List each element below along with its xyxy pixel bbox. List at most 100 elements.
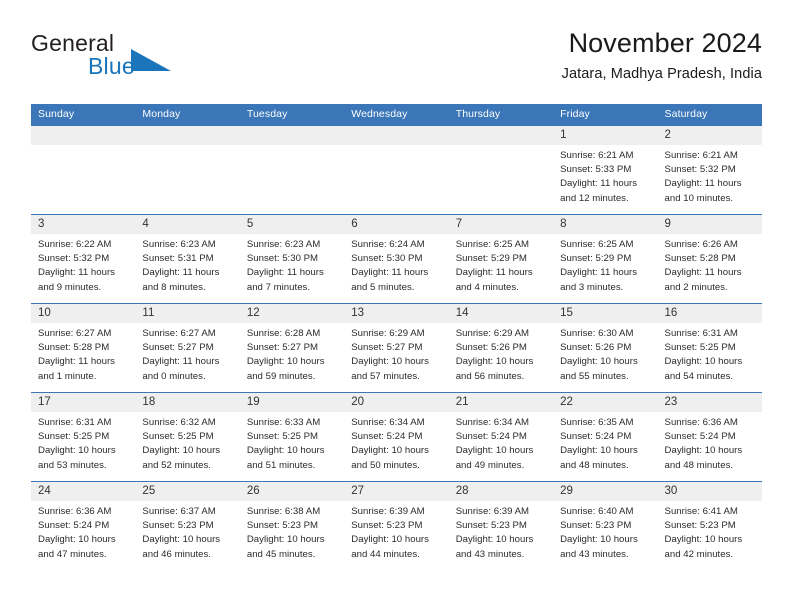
day-number <box>31 126 136 145</box>
daylight-text-line2: and 47 minutes. <box>38 548 107 560</box>
daylight-text-line1: Daylight: 10 hours <box>560 534 638 546</box>
sunset-text: Sunset: 5:24 PM <box>38 520 110 532</box>
daylight-text-line1: Daylight: 11 hours <box>38 267 115 279</box>
day-cell[interactable]: 7 Sunrise: 6:25 AM Sunset: 5:29 PM Dayli… <box>448 215 554 303</box>
day-cell[interactable]: 17 Sunrise: 6:31 AM Sunset: 5:25 PM Dayl… <box>31 393 136 481</box>
sunrise-text: Sunrise: 6:27 AM <box>142 328 216 339</box>
day-details <box>135 145 239 149</box>
day-number: 15 <box>553 304 658 323</box>
daylight-text-line2: and 44 minutes. <box>351 548 420 560</box>
day-number: 20 <box>344 393 449 412</box>
sunset-text: Sunset: 5:28 PM <box>664 253 736 265</box>
daylight-text-line2: and 12 minutes. <box>560 192 629 204</box>
day-details <box>240 145 344 149</box>
sunrise-text: Sunrise: 6:36 AM <box>664 417 738 428</box>
daylight-text-line2: and 2 minutes. <box>664 281 728 293</box>
day-details: Sunrise: 6:21 AM Sunset: 5:32 PM Dayligh… <box>658 145 762 206</box>
sunrise-text: Sunrise: 6:28 AM <box>246 328 321 339</box>
day-cell[interactable]: 2 Sunrise: 6:21 AM Sunset: 5:32 PM Dayli… <box>657 126 762 214</box>
day-number: 7 <box>448 215 554 234</box>
day-cell[interactable]: 29 Sunrise: 6:40 AM Sunset: 5:23 PM Dayl… <box>553 482 658 570</box>
day-cell[interactable]: 13 Sunrise: 6:29 AM Sunset: 5:27 PM Dayl… <box>344 304 449 392</box>
calendar-page: General Blue November 2024 Jatara, Madhy… <box>0 0 792 612</box>
day-cell[interactable]: 5 Sunrise: 6:23 AM Sunset: 5:30 PM Dayli… <box>239 215 345 303</box>
daylight-text-line1: Daylight: 10 hours <box>246 534 325 546</box>
sunset-text: Sunset: 5:31 PM <box>142 253 214 265</box>
daylight-text-line2: and 53 minutes. <box>38 459 107 471</box>
day-cell[interactable] <box>239 126 345 214</box>
daylight-text-line2: and 7 minutes. <box>246 281 311 293</box>
day-details: Sunrise: 6:29 AM Sunset: 5:26 PM Dayligh… <box>449 323 553 384</box>
day-number: 3 <box>31 215 136 234</box>
day-cell[interactable]: 25 Sunrise: 6:37 AM Sunset: 5:23 PM Dayl… <box>135 482 240 570</box>
sunset-text: Sunset: 5:27 PM <box>351 342 423 354</box>
day-cell[interactable]: 27 Sunrise: 6:39 AM Sunset: 5:23 PM Dayl… <box>344 482 449 570</box>
daylight-text-line2: and 0 minutes. <box>142 370 206 382</box>
day-number <box>344 126 449 145</box>
day-cell[interactable] <box>344 126 449 214</box>
sunset-text: Sunset: 5:23 PM <box>351 520 423 532</box>
day-details: Sunrise: 6:25 AM Sunset: 5:29 PM Dayligh… <box>553 234 657 295</box>
day-cell[interactable]: 4 Sunrise: 6:23 AM Sunset: 5:31 PM Dayli… <box>135 215 240 303</box>
day-cell[interactable]: 22 Sunrise: 6:35 AM Sunset: 5:24 PM Dayl… <box>553 393 658 481</box>
day-cell[interactable]: 8 Sunrise: 6:25 AM Sunset: 5:29 PM Dayli… <box>553 215 658 303</box>
day-cell[interactable]: 28 Sunrise: 6:39 AM Sunset: 5:23 PM Dayl… <box>448 482 554 570</box>
day-cell[interactable]: 21 Sunrise: 6:34 AM Sunset: 5:24 PM Dayl… <box>448 393 554 481</box>
day-cell[interactable]: 6 Sunrise: 6:24 AM Sunset: 5:30 PM Dayli… <box>344 215 449 303</box>
sunrise-text: Sunrise: 6:36 AM <box>38 506 112 517</box>
weekday-header-tuesday: Tuesday <box>246 108 288 120</box>
daylight-text-line2: and 50 minutes. <box>351 459 420 471</box>
day-cell[interactable]: 24 Sunrise: 6:36 AM Sunset: 5:24 PM Dayl… <box>31 482 136 570</box>
day-cell[interactable]: 15 Sunrise: 6:30 AM Sunset: 5:26 PM Dayl… <box>553 304 658 392</box>
day-cell[interactable]: 10 Sunrise: 6:27 AM Sunset: 5:28 PM Dayl… <box>31 304 136 392</box>
day-details: Sunrise: 6:22 AM Sunset: 5:32 PM Dayligh… <box>31 234 135 295</box>
day-cell[interactable] <box>31 126 136 214</box>
day-cell[interactable]: 14 Sunrise: 6:29 AM Sunset: 5:26 PM Dayl… <box>448 304 554 392</box>
day-cell[interactable] <box>448 126 554 214</box>
sunrise-text: Sunrise: 6:29 AM <box>455 328 530 339</box>
day-cell[interactable]: 3 Sunrise: 6:22 AM Sunset: 5:32 PM Dayli… <box>31 215 136 303</box>
day-number: 13 <box>344 304 449 323</box>
sunset-text: Sunset: 5:32 PM <box>38 253 110 265</box>
daylight-text-line2: and 43 minutes. <box>455 548 525 560</box>
daylight-text-line2: and 45 minutes. <box>246 548 316 560</box>
sunrise-text: Sunrise: 6:22 AM <box>38 239 112 250</box>
day-cell[interactable]: 11 Sunrise: 6:27 AM Sunset: 5:27 PM Dayl… <box>135 304 240 392</box>
day-details: Sunrise: 6:24 AM Sunset: 5:30 PM Dayligh… <box>344 234 448 295</box>
sunset-text: Sunset: 5:29 PM <box>560 253 632 265</box>
day-cell[interactable]: 19 Sunrise: 6:33 AM Sunset: 5:25 PM Dayl… <box>239 393 345 481</box>
day-cell[interactable]: 12 Sunrise: 6:28 AM Sunset: 5:27 PM Dayl… <box>239 304 345 392</box>
day-number: 5 <box>239 215 345 234</box>
sunrise-text: Sunrise: 6:40 AM <box>560 506 634 517</box>
day-details: Sunrise: 6:32 AM Sunset: 5:25 PM Dayligh… <box>135 412 239 473</box>
general-blue-logo[interactable]: General Blue <box>31 30 261 92</box>
day-cell[interactable]: 18 Sunrise: 6:32 AM Sunset: 5:25 PM Dayl… <box>135 393 240 481</box>
sunrise-text: Sunrise: 6:21 AM <box>664 150 738 161</box>
day-cell[interactable]: 9 Sunrise: 6:26 AM Sunset: 5:28 PM Dayli… <box>657 215 762 303</box>
day-details <box>31 145 135 149</box>
day-cell[interactable] <box>135 126 240 214</box>
day-cell[interactable]: 20 Sunrise: 6:34 AM Sunset: 5:24 PM Dayl… <box>344 393 449 481</box>
sunrise-text: Sunrise: 6:23 AM <box>246 239 321 250</box>
day-details: Sunrise: 6:31 AM Sunset: 5:25 PM Dayligh… <box>658 323 762 384</box>
day-cell[interactable]: 16 Sunrise: 6:31 AM Sunset: 5:25 PM Dayl… <box>657 304 762 392</box>
day-number: 22 <box>553 393 658 412</box>
calendar-grid: Sunday Monday Tuesday Wednesday Thursday… <box>31 104 762 570</box>
week-row: 10 Sunrise: 6:27 AM Sunset: 5:28 PM Dayl… <box>31 303 762 392</box>
day-number: 29 <box>553 482 658 501</box>
title-block: November 2024 Jatara, Madhya Pradesh, In… <box>242 26 762 85</box>
daylight-text-line2: and 5 minutes. <box>351 281 415 293</box>
day-details: Sunrise: 6:33 AM Sunset: 5:25 PM Dayligh… <box>240 412 344 473</box>
daylight-text-line2: and 59 minutes. <box>246 370 316 382</box>
weekday-header-wednesday: Wednesday <box>351 108 408 120</box>
daylight-text-line1: Daylight: 10 hours <box>664 356 743 368</box>
daylight-text-line2: and 56 minutes. <box>455 370 525 382</box>
day-cell[interactable]: 26 Sunrise: 6:38 AM Sunset: 5:23 PM Dayl… <box>239 482 345 570</box>
day-cell[interactable]: 23 Sunrise: 6:36 AM Sunset: 5:24 PM Dayl… <box>657 393 762 481</box>
day-details: Sunrise: 6:31 AM Sunset: 5:25 PM Dayligh… <box>31 412 135 473</box>
day-cell[interactable]: 1 Sunrise: 6:21 AM Sunset: 5:33 PM Dayli… <box>553 126 658 214</box>
sunrise-text: Sunrise: 6:39 AM <box>455 506 530 517</box>
daylight-text-line2: and 42 minutes. <box>664 548 734 560</box>
day-cell[interactable]: 30 Sunrise: 6:41 AM Sunset: 5:23 PM Dayl… <box>657 482 762 570</box>
sunrise-text: Sunrise: 6:23 AM <box>142 239 216 250</box>
